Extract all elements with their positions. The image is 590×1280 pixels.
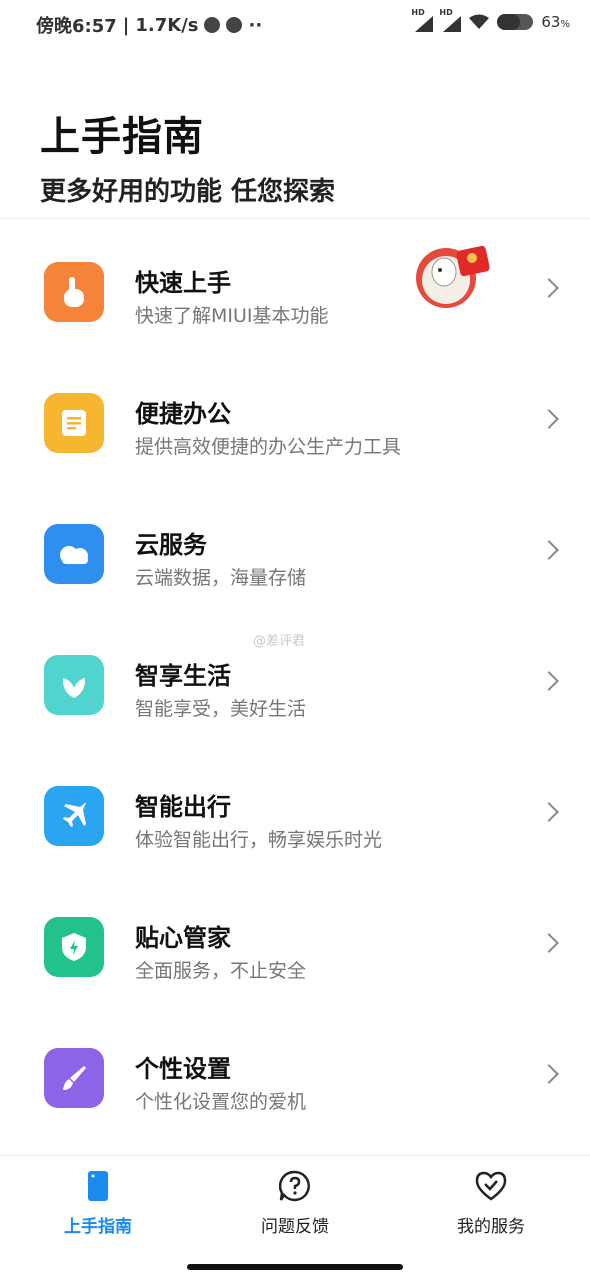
signal-icon-1: HD <box>411 8 434 32</box>
battery-icon <box>497 14 534 30</box>
heart-check-icon <box>473 1168 509 1204</box>
item-desc: 智能享受，美好生活 <box>135 698 307 720</box>
clock-icon <box>204 17 221 33</box>
tab-my-services[interactable]: 我的服务 <box>416 1168 566 1237</box>
item-title: 贴心管家 <box>135 924 231 952</box>
battery-level: 63% <box>541 13 570 31</box>
airplane-icon <box>44 786 104 846</box>
tab-label: 上手指南 <box>64 1217 132 1237</box>
item-title: 快速上手 <box>135 269 231 297</box>
item-title: 云服务 <box>135 531 207 559</box>
chevron-right-icon <box>539 802 559 822</box>
cloud-icon <box>44 524 104 584</box>
item-desc: 全面服务，不止安全 <box>135 960 307 982</box>
more-notifications-icon: ·· <box>248 14 263 36</box>
brush-icon <box>44 1048 104 1108</box>
page-subtitle: 更多好用的功能 任您探索 <box>40 177 336 207</box>
item-title: 个性设置 <box>135 1055 231 1083</box>
chevron-right-icon <box>539 933 559 953</box>
network-speed: 1.7K/s <box>135 14 199 36</box>
tab-feedback[interactable]: 问题反馈 <box>220 1168 370 1237</box>
item-title: 智能出行 <box>135 793 231 821</box>
item-desc: 个性化设置您的爱机 <box>135 1091 307 1113</box>
item-desc: 提供高效便捷的办公生产力工具 <box>135 436 402 458</box>
wifi-icon <box>469 14 490 29</box>
list-item-personalize[interactable]: 个性设置 个性化设置您的爱机 <box>0 1005 590 1136</box>
status-time: 傍晚6:57 <box>36 16 117 37</box>
page-title: 上手指南 <box>40 114 204 160</box>
phone-icon <box>80 1168 116 1204</box>
chevron-right-icon <box>539 1064 559 1084</box>
question-icon <box>277 1168 313 1204</box>
red-packet-sticker[interactable] <box>414 240 492 312</box>
status-bar: 傍晚6:57 | 1.7K/s ·· HD HD 63% <box>0 0 590 48</box>
item-desc: 体验智能出行，畅享娱乐时光 <box>135 829 383 851</box>
list-item-smart-travel[interactable]: 智能出行 体验智能出行，畅享娱乐时光 <box>0 743 590 874</box>
item-title: 智享生活 <box>135 662 231 690</box>
list-item-cloud[interactable]: 云服务 云端数据，海量存储 <box>0 481 590 612</box>
list-item-quick-start[interactable]: 快速上手 快速了解MIUI基本功能 <box>0 219 590 350</box>
tab-label: 问题反馈 <box>261 1217 329 1237</box>
status-separator: | <box>122 14 130 36</box>
list-item-assistant[interactable]: 贴心管家 全面服务，不止安全 <box>0 874 590 1005</box>
status-right: HD HD 63% <box>411 8 570 32</box>
list-item-office[interactable]: 便捷办公 提供高效便捷的办公生产力工具 <box>0 350 590 481</box>
chevron-right-icon <box>539 540 559 560</box>
signal-icon-2: HD <box>439 8 462 32</box>
home-indicator[interactable] <box>187 1264 403 1270</box>
document-icon <box>44 393 104 453</box>
shield-icon <box>44 917 104 977</box>
tiktok-icon <box>226 17 243 33</box>
leaf-icon <box>44 655 104 715</box>
bottom-nav-divider <box>0 1155 590 1156</box>
chevron-right-icon <box>539 671 559 691</box>
chevron-right-icon <box>539 409 559 429</box>
item-title: 便捷办公 <box>135 400 231 428</box>
status-left: 傍晚6:57 | 1.7K/s ·· <box>36 12 262 38</box>
tab-getting-started[interactable]: 上手指南 <box>23 1168 173 1237</box>
chevron-right-icon <box>539 278 559 298</box>
watermark: @差评君 <box>253 634 306 649</box>
item-desc: 云端数据，海量存储 <box>135 567 307 589</box>
item-desc: 快速了解MIUI基本功能 <box>135 305 329 327</box>
tab-label: 我的服务 <box>457 1217 525 1237</box>
hand-tap-icon <box>44 262 104 322</box>
